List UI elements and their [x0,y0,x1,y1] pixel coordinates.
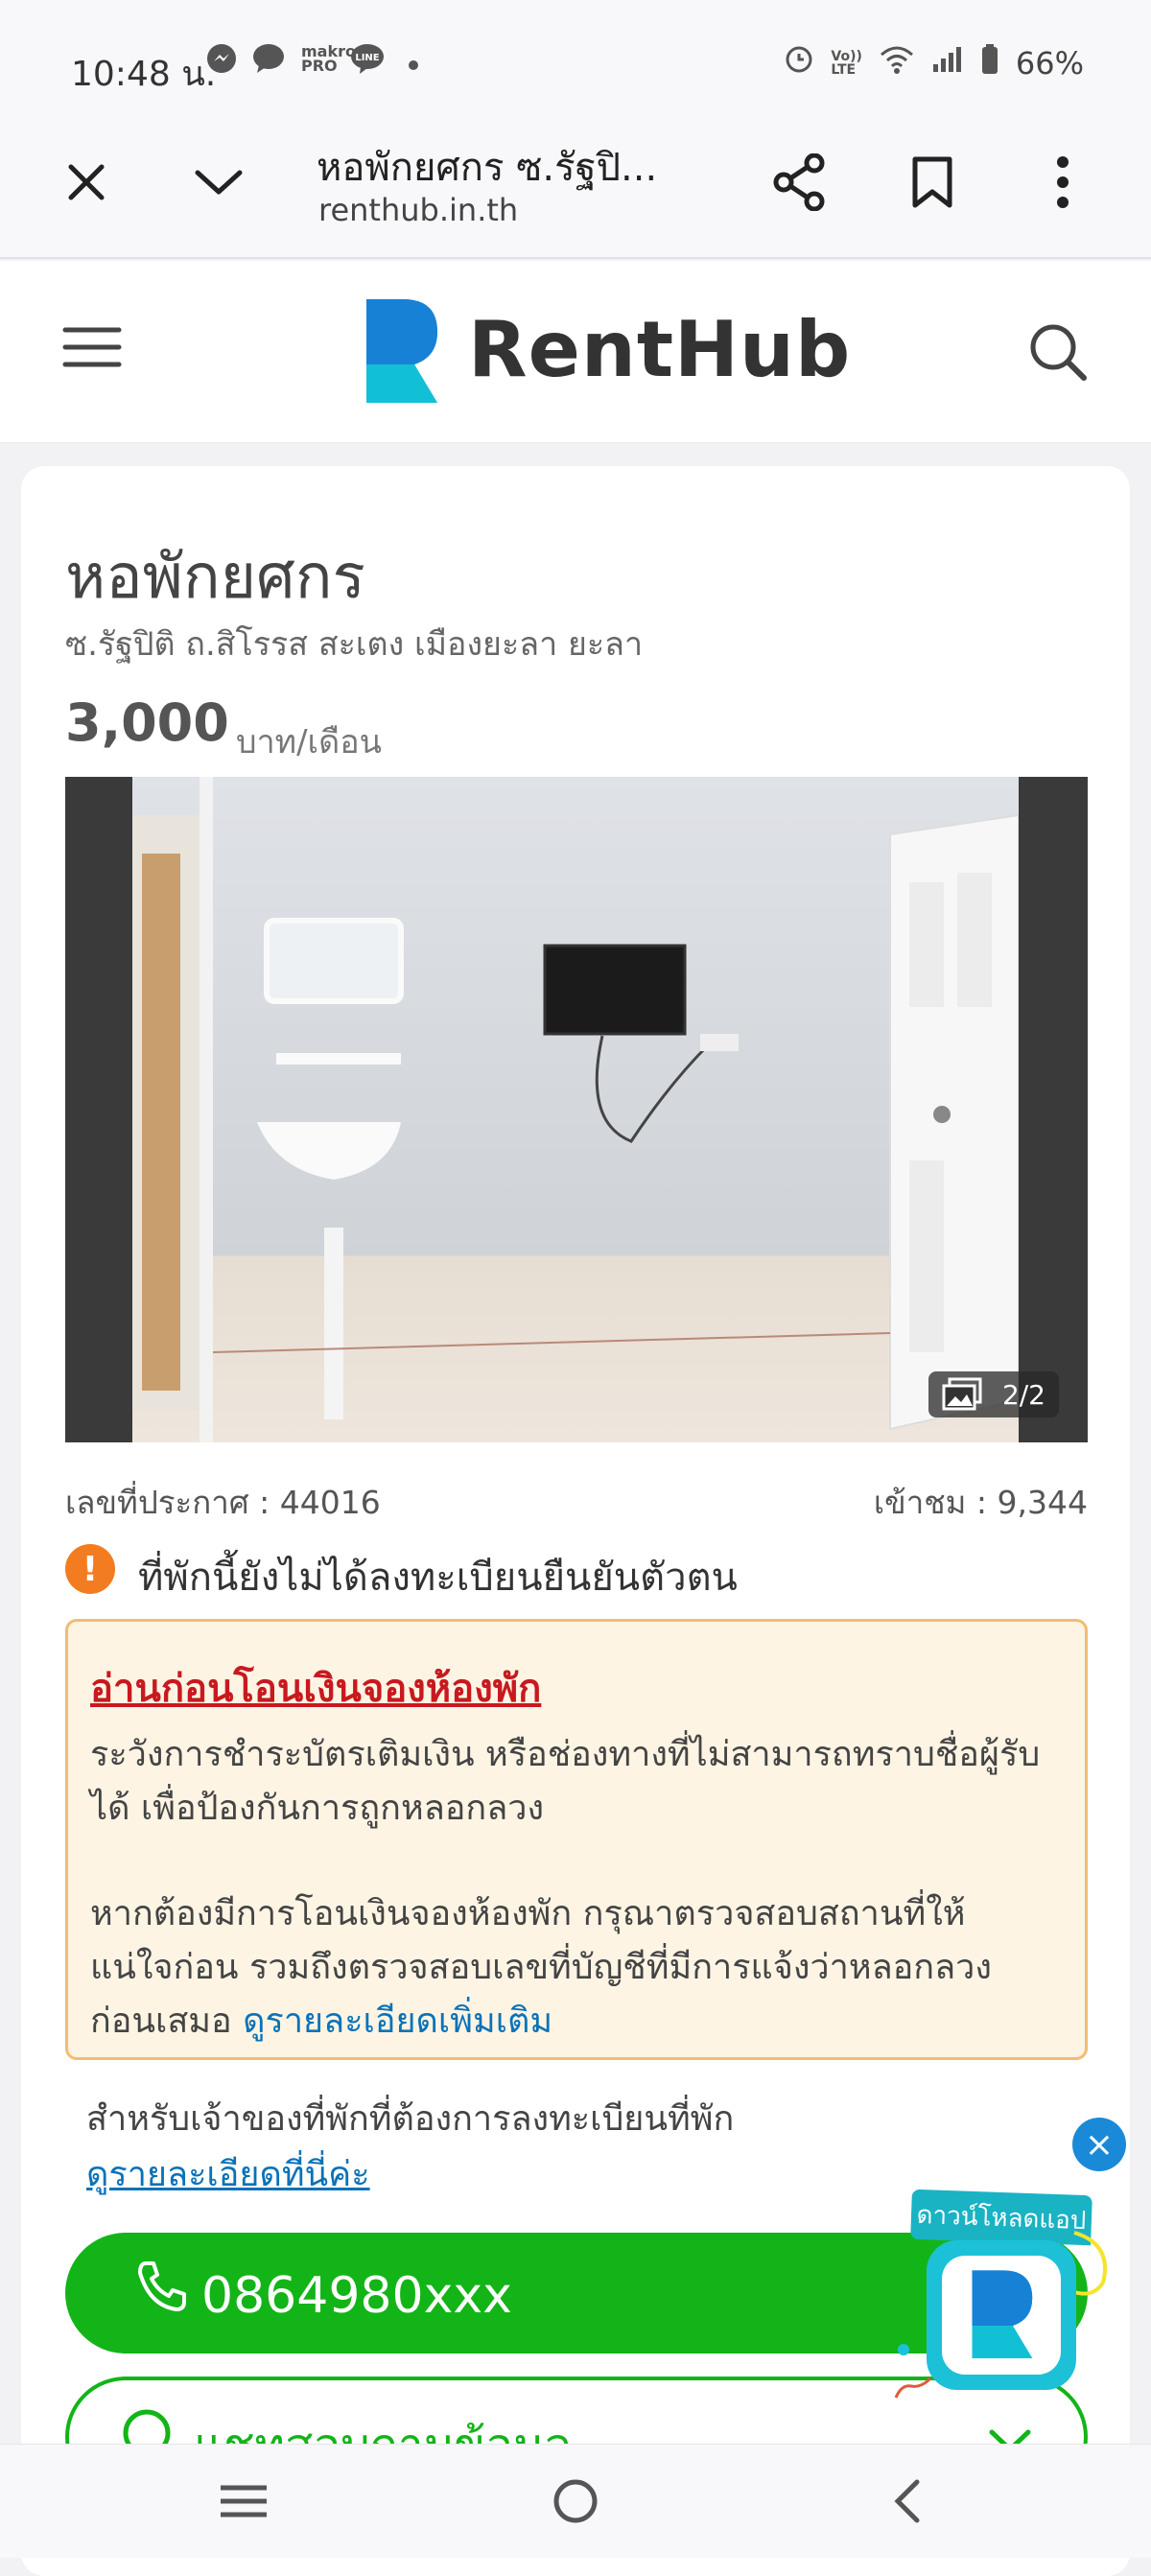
battery-icon [981,44,998,82]
page-title: หอพักยศกร ซ.รัฐปิ... [317,146,658,190]
search-icon[interactable] [1028,322,1088,386]
listing-address: ซ.รัฐปิติ ถ.สิโรรส สะเตง เมืองยะลา ยะลา [65,625,644,664]
volte-icon: Vo)) LTE [831,49,862,78]
wifi-icon [880,45,914,82]
page-url[interactable]: renthub.in.th [318,192,518,228]
share-icon[interactable] [762,144,838,221]
site-logo-text[interactable]: RentHub [468,305,851,394]
gallery-icon [942,1377,982,1418]
renthub-logo-icon[interactable] [361,295,441,412]
warning-icon: ! [65,1544,115,1594]
system-nav-bar [0,2444,1151,2558]
dot-icon [407,46,420,80]
scam-warning-title[interactable]: อ่านก่อนโอนเงินจองห้องพัก [90,1657,541,1719]
browser-toolbar: หอพักยศกร ซ.รัฐปิ... renthub.in.th [0,115,1151,259]
scam-warning-line-4: แน่ใจก่อน รวมถึงตรวจสอบเลขที่บัญชีที่มีก… [90,1948,992,1987]
bookmark-icon[interactable] [894,144,971,221]
recent-apps-icon[interactable] [205,2468,282,2535]
listing-id: เลขที่ประกาศ : 44016 [65,1484,381,1521]
phone-icon [132,2258,190,2315]
chevron-down-icon[interactable] [180,144,257,221]
room-photo-image [132,777,1020,1442]
chat-icon [251,42,286,82]
makro-pro-icon: makro PRO [301,42,356,75]
home-icon[interactable] [537,2468,614,2535]
scam-warning-line-5: ก่อนเสมอ ดูรายละเอียดเพิ่มเติม [90,1993,552,2048]
listing-photo[interactable] [65,777,1088,1442]
listing-title: หอพักยศกร [65,542,365,613]
close-icon[interactable] [48,144,125,221]
decorative-squiggle [892,2340,950,2411]
back-icon[interactable] [869,2468,946,2535]
messenger-icon [205,42,238,82]
site-header: RentHub [0,261,1151,443]
hamburger-menu-icon[interactable] [61,324,123,374]
line-icon: LINE [349,42,386,82]
view-count: เข้าชม : 9,344 [873,1484,1088,1521]
alarm-icon [785,45,813,82]
scam-warning-line-2: ได้ เพื่อป้องกันการถูกหลอกลวง [90,1789,545,1828]
close-icon[interactable]: × [1072,2118,1126,2171]
scam-warning-line-5-text: ก่อนเสมอ [90,2002,232,2041]
photo-counter-text: 2/2 [1001,1378,1045,1411]
price-value: 3,000 [65,692,229,753]
call-number[interactable]: 0864980xxx [201,2267,512,2325]
status-time: 10:48 น. [71,55,217,94]
scam-warning-line-1: ระวังการชำระบัตรเติมเงิน หรือช่องทางที่ไ… [90,1735,1041,1774]
price-unit: บาท/เดือน [236,723,382,761]
more-options-icon[interactable] [1024,144,1101,221]
unverified-notice: ที่พักนี้ยังไม่ได้ลงทะเบียนยืนยันตัวตน [138,1556,738,1600]
scam-warning-line-3: หากต้องมีการโอนเงินจองห้องพัก กรุณาตรวจส… [90,1894,966,1933]
owner-register-link[interactable]: ดูรายละเอียดที่นี่ค่ะ [86,2146,370,2201]
app-logo-icon [942,2256,1061,2375]
more-details-link[interactable]: ดูรายละเอียดเพิ่มเติม [243,2002,552,2041]
battery-percent: 66% [1015,45,1084,82]
signal-icon [931,45,964,82]
photo-counter[interactable]: 2/2 [928,1371,1059,1417]
owner-register-text: สำหรับเจ้าของที่พักที่ต้องการลงทะเบียนที… [86,2099,735,2139]
svg-text:LINE: LINE [355,53,379,63]
system-status: Vo)) LTE 66% [785,44,1084,82]
status-bar: 10:48 น. makro PRO LINE Vo)) LTE 66% [0,0,1151,115]
